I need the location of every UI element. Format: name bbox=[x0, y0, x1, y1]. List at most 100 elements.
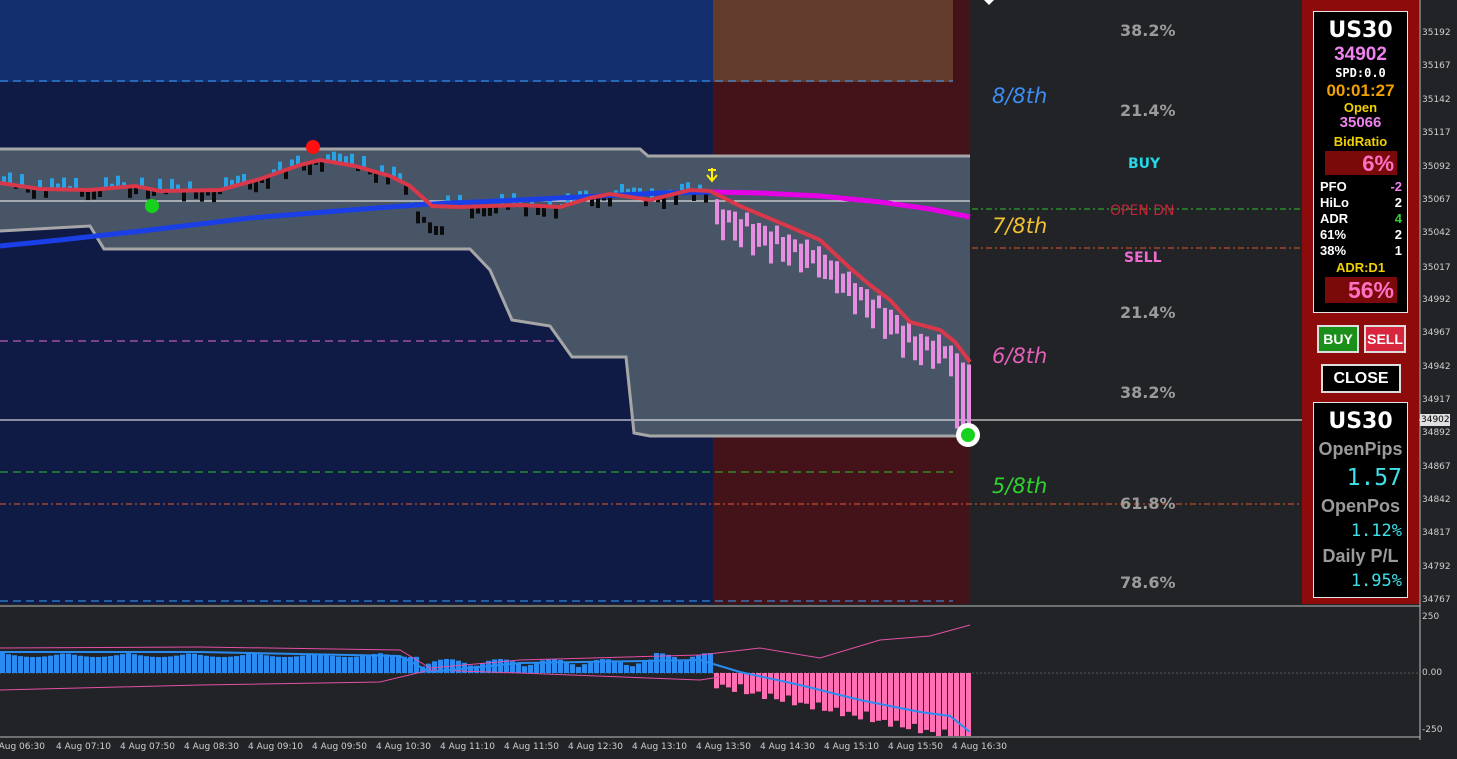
histogram-bar bbox=[744, 673, 749, 695]
buy-button[interactable]: BUY bbox=[1317, 325, 1359, 353]
candle bbox=[440, 226, 444, 235]
histogram-bar bbox=[846, 673, 851, 712]
histogram-bar bbox=[228, 656, 233, 673]
candle bbox=[823, 254, 827, 280]
candle bbox=[739, 219, 743, 248]
sell-button[interactable]: SELL bbox=[1364, 325, 1406, 353]
histogram-bar bbox=[798, 673, 803, 703]
histogram-bar bbox=[522, 666, 527, 673]
time-tick: 4 Aug 12:30 bbox=[568, 742, 623, 752]
histogram-bar bbox=[888, 673, 893, 727]
candle bbox=[937, 334, 941, 364]
histogram-bar bbox=[858, 673, 863, 720]
histogram-bar bbox=[954, 673, 959, 736]
histogram-bar bbox=[270, 656, 275, 673]
time-tick: 4 Aug 07:50 bbox=[120, 742, 175, 752]
histogram-bar bbox=[6, 654, 11, 673]
buy-signal-dot bbox=[145, 199, 159, 213]
candle bbox=[751, 224, 755, 256]
candle bbox=[769, 231, 773, 264]
histogram-bar bbox=[12, 655, 17, 673]
histogram-bar bbox=[870, 673, 875, 723]
histogram-bar bbox=[96, 656, 101, 673]
histogram-bar bbox=[570, 664, 575, 673]
histogram-bar bbox=[198, 654, 203, 673]
histogram-bar bbox=[630, 666, 635, 673]
osc-tick: -250 bbox=[1422, 725, 1443, 735]
histogram-bar bbox=[282, 656, 287, 673]
histogram-bar bbox=[258, 654, 263, 673]
stat-row: 38% 1 bbox=[1320, 243, 1402, 258]
candle bbox=[949, 345, 953, 377]
histogram-bar bbox=[168, 656, 173, 673]
candle bbox=[961, 362, 965, 431]
time-tick: 4 Aug 14:30 bbox=[760, 742, 815, 752]
octave-label: 7/8th bbox=[992, 214, 1048, 238]
spread-value: SPD:0.0 bbox=[1335, 66, 1386, 80]
histogram-bar bbox=[804, 673, 809, 704]
histogram-bar bbox=[264, 655, 269, 673]
histogram-bar bbox=[792, 673, 797, 706]
open-dn-label: OPEN DN bbox=[1110, 203, 1175, 219]
histogram-bar bbox=[36, 656, 41, 673]
time-tick: 4 Aug 13:50 bbox=[696, 742, 751, 752]
candle bbox=[907, 322, 911, 343]
time-tick: 4 Aug 06:30 bbox=[0, 742, 45, 752]
stat-row: HiLo 2 bbox=[1320, 195, 1402, 210]
histogram-bar bbox=[348, 656, 353, 673]
histogram-bar bbox=[222, 656, 227, 673]
histogram-bar bbox=[234, 656, 239, 673]
time-tick: 4 Aug 16:30 bbox=[952, 742, 1007, 752]
histogram-bar bbox=[948, 673, 953, 736]
candle-timer: 00:01:27 bbox=[1326, 81, 1395, 100]
histogram-bar bbox=[288, 656, 293, 673]
histogram-bar bbox=[120, 654, 125, 673]
histogram-bar bbox=[552, 659, 557, 673]
histogram-bar bbox=[312, 653, 317, 673]
histogram-bar bbox=[732, 673, 737, 692]
candle bbox=[781, 237, 785, 262]
histogram-bar bbox=[246, 654, 251, 673]
candle bbox=[871, 299, 875, 329]
histogram-bar bbox=[252, 653, 257, 673]
open-pos-value: 1.12% bbox=[1350, 521, 1402, 541]
price-tick: 35142 bbox=[1422, 95, 1451, 105]
stat-value: 1 bbox=[1394, 243, 1402, 258]
histogram-bar bbox=[396, 656, 401, 673]
histogram-bar bbox=[372, 653, 377, 673]
current-signal-dot bbox=[961, 428, 975, 442]
histogram-bar bbox=[210, 656, 215, 673]
histogram-bar bbox=[84, 656, 89, 673]
candle bbox=[422, 216, 426, 223]
upper-zone-bg-2 bbox=[713, 0, 953, 82]
candle bbox=[811, 250, 815, 264]
octave-label: 8/8th bbox=[992, 84, 1048, 108]
open-pips-label: OpenPips bbox=[1318, 439, 1403, 459]
open-pips-value: 1.57 bbox=[1346, 465, 1402, 491]
histogram-bar bbox=[936, 673, 941, 736]
histogram-bar bbox=[894, 673, 899, 721]
histogram-bar bbox=[324, 654, 329, 673]
histogram-bar bbox=[360, 656, 365, 673]
histogram-bar bbox=[942, 673, 947, 730]
histogram-bar bbox=[534, 662, 539, 673]
histogram-bar bbox=[180, 654, 185, 673]
time-tick: 4 Aug 11:50 bbox=[504, 742, 559, 752]
close-button[interactable]: CLOSE bbox=[1321, 364, 1401, 393]
histogram-bar bbox=[684, 659, 689, 673]
account-symbol-title: US30 bbox=[1328, 409, 1393, 434]
stat-label: 61% bbox=[1320, 227, 1347, 242]
histogram-bar bbox=[918, 673, 923, 734]
fib-level-label: 21.4% bbox=[1120, 303, 1176, 322]
daily-pl-value: 1.95% bbox=[1350, 571, 1402, 591]
price-tick: 34767 bbox=[1422, 595, 1451, 605]
histogram-bar bbox=[852, 673, 857, 716]
stat-value: -2 bbox=[1390, 179, 1402, 194]
candle bbox=[763, 225, 767, 246]
histogram-bar bbox=[576, 666, 581, 673]
candle bbox=[853, 283, 857, 315]
candle bbox=[775, 225, 779, 245]
candle bbox=[865, 289, 869, 318]
price-chart-canvas[interactable] bbox=[0, 0, 1457, 759]
price-tick: 34917 bbox=[1422, 395, 1451, 405]
